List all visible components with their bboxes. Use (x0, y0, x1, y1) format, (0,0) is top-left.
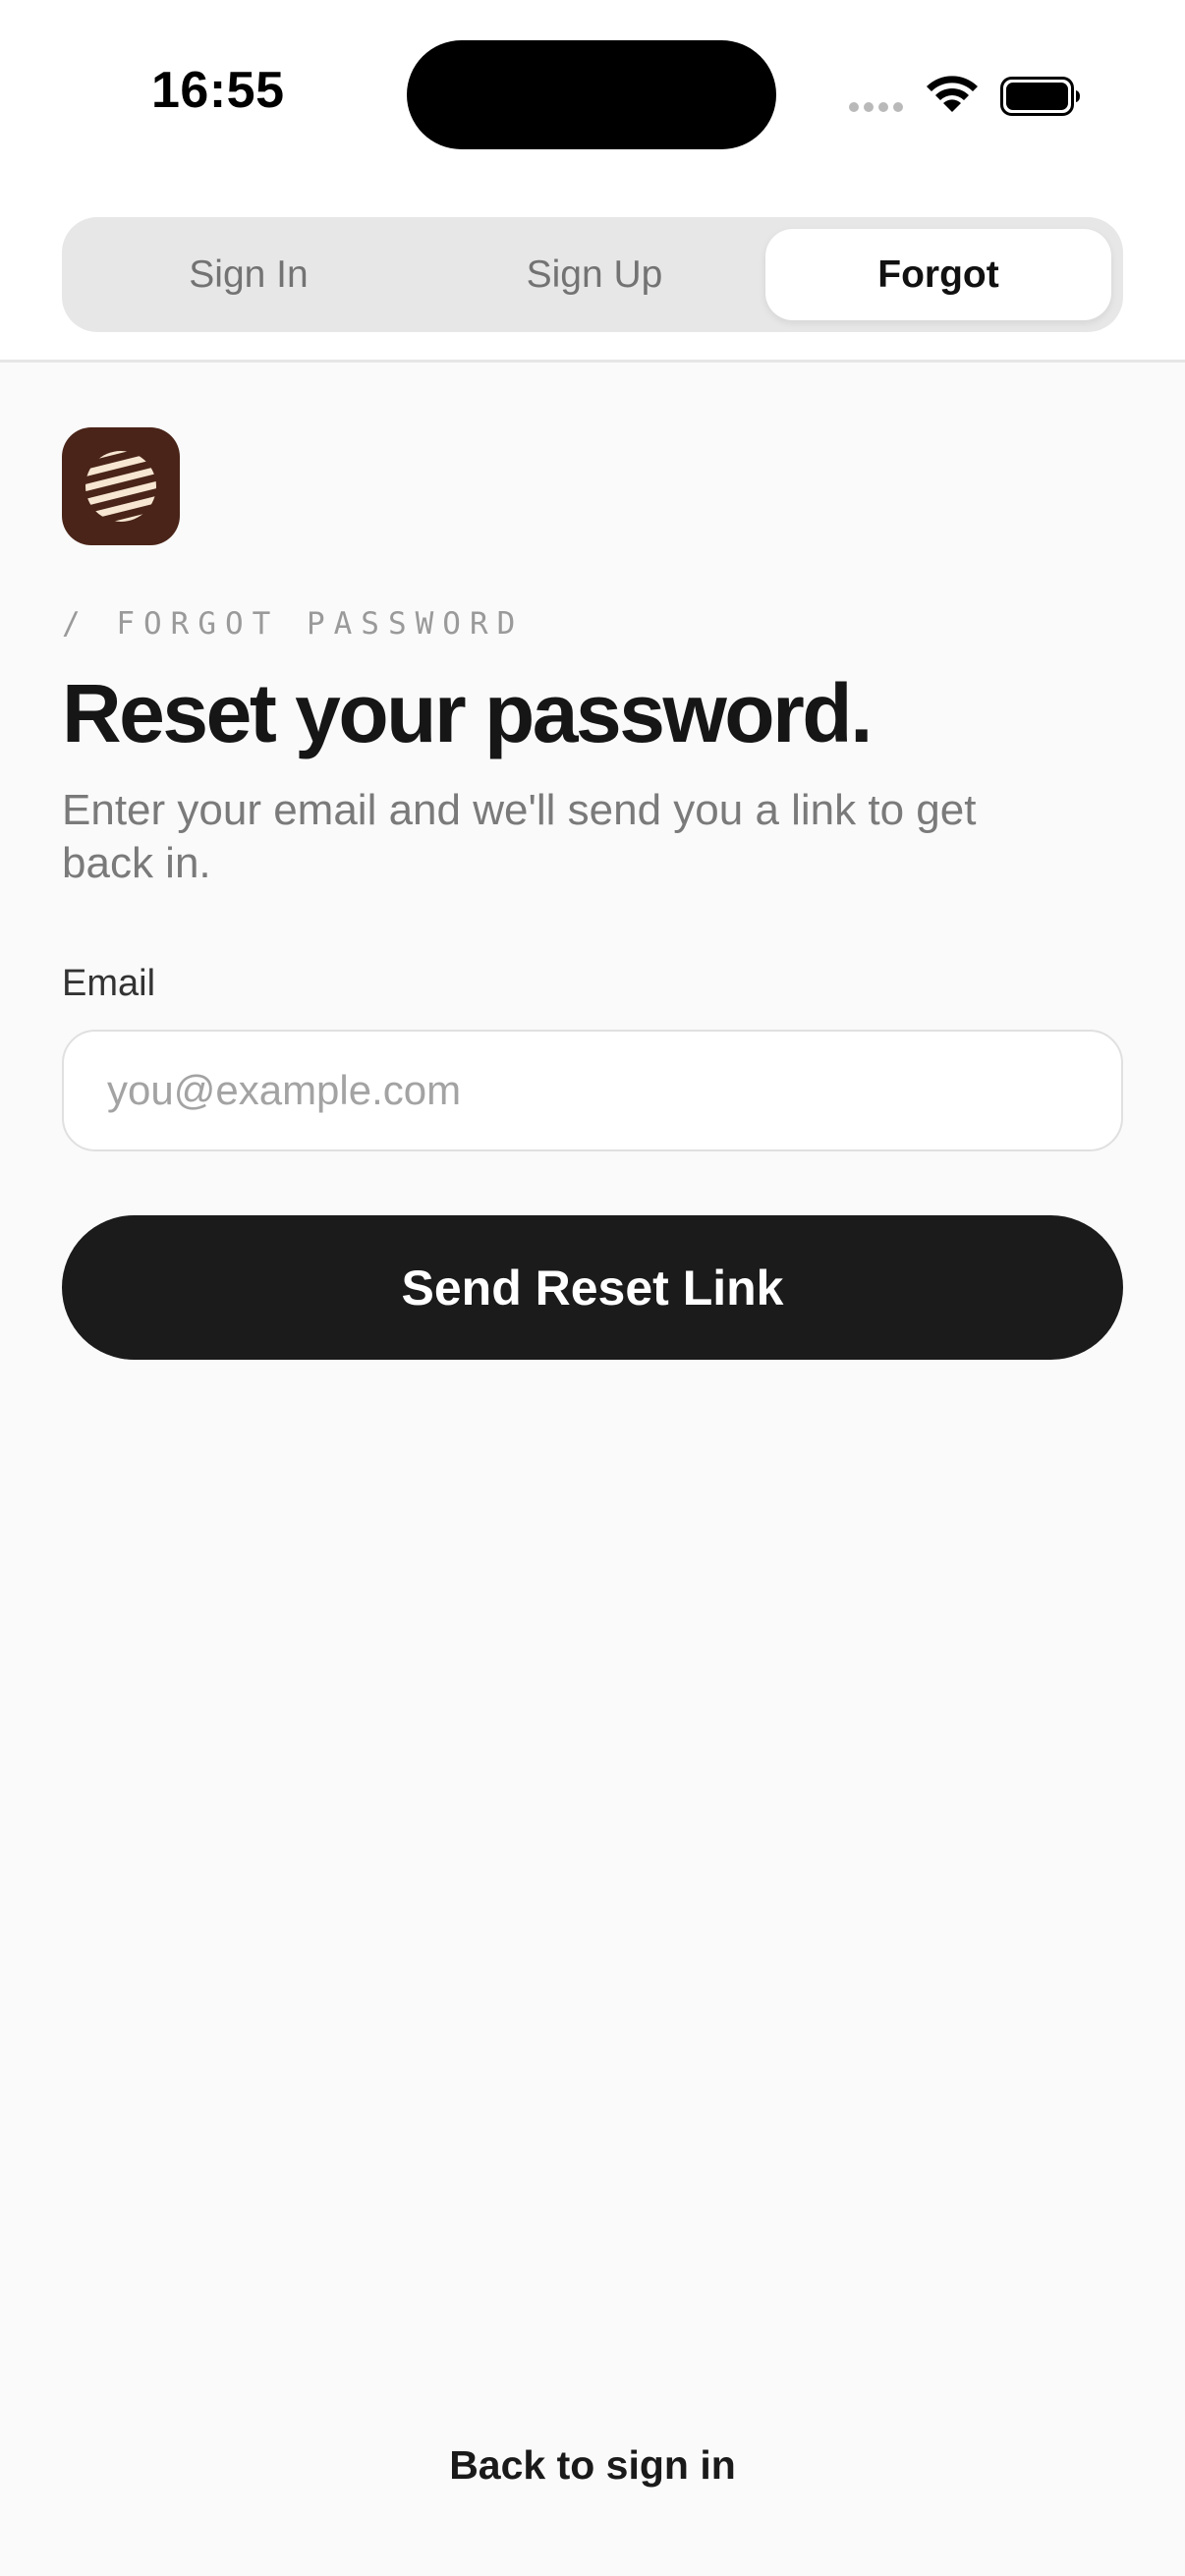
status-time: 16:55 (151, 62, 285, 119)
email-input[interactable] (62, 1030, 1123, 1151)
tab-forgot[interactable]: Forgot (765, 229, 1111, 320)
email-label: Email (62, 963, 156, 1004)
battery-icon (1000, 77, 1080, 116)
section-eyebrow: / FORGOT PASSWORD (62, 606, 525, 642)
header-area: 16:55 Sign In Sign Up Forgot (0, 0, 1185, 363)
cellular-signal-icon (849, 102, 903, 112)
striped-ball-logo-icon (85, 451, 156, 522)
back-to-sign-in-link[interactable]: Back to sign in (0, 2442, 1185, 2489)
send-reset-link-button[interactable]: Send Reset Link (62, 1215, 1123, 1360)
dynamic-island (407, 40, 776, 149)
wifi-icon (927, 76, 978, 112)
page-subtitle: Enter your email and we'll send you a li… (62, 786, 977, 887)
app-logo-icon (62, 427, 180, 545)
page-title: Reset your password. (62, 667, 873, 759)
auth-tab-switcher: Sign In Sign Up Forgot (62, 217, 1123, 332)
tab-sign-up[interactable]: Sign Up (422, 229, 767, 320)
tab-sign-in[interactable]: Sign In (76, 229, 422, 320)
